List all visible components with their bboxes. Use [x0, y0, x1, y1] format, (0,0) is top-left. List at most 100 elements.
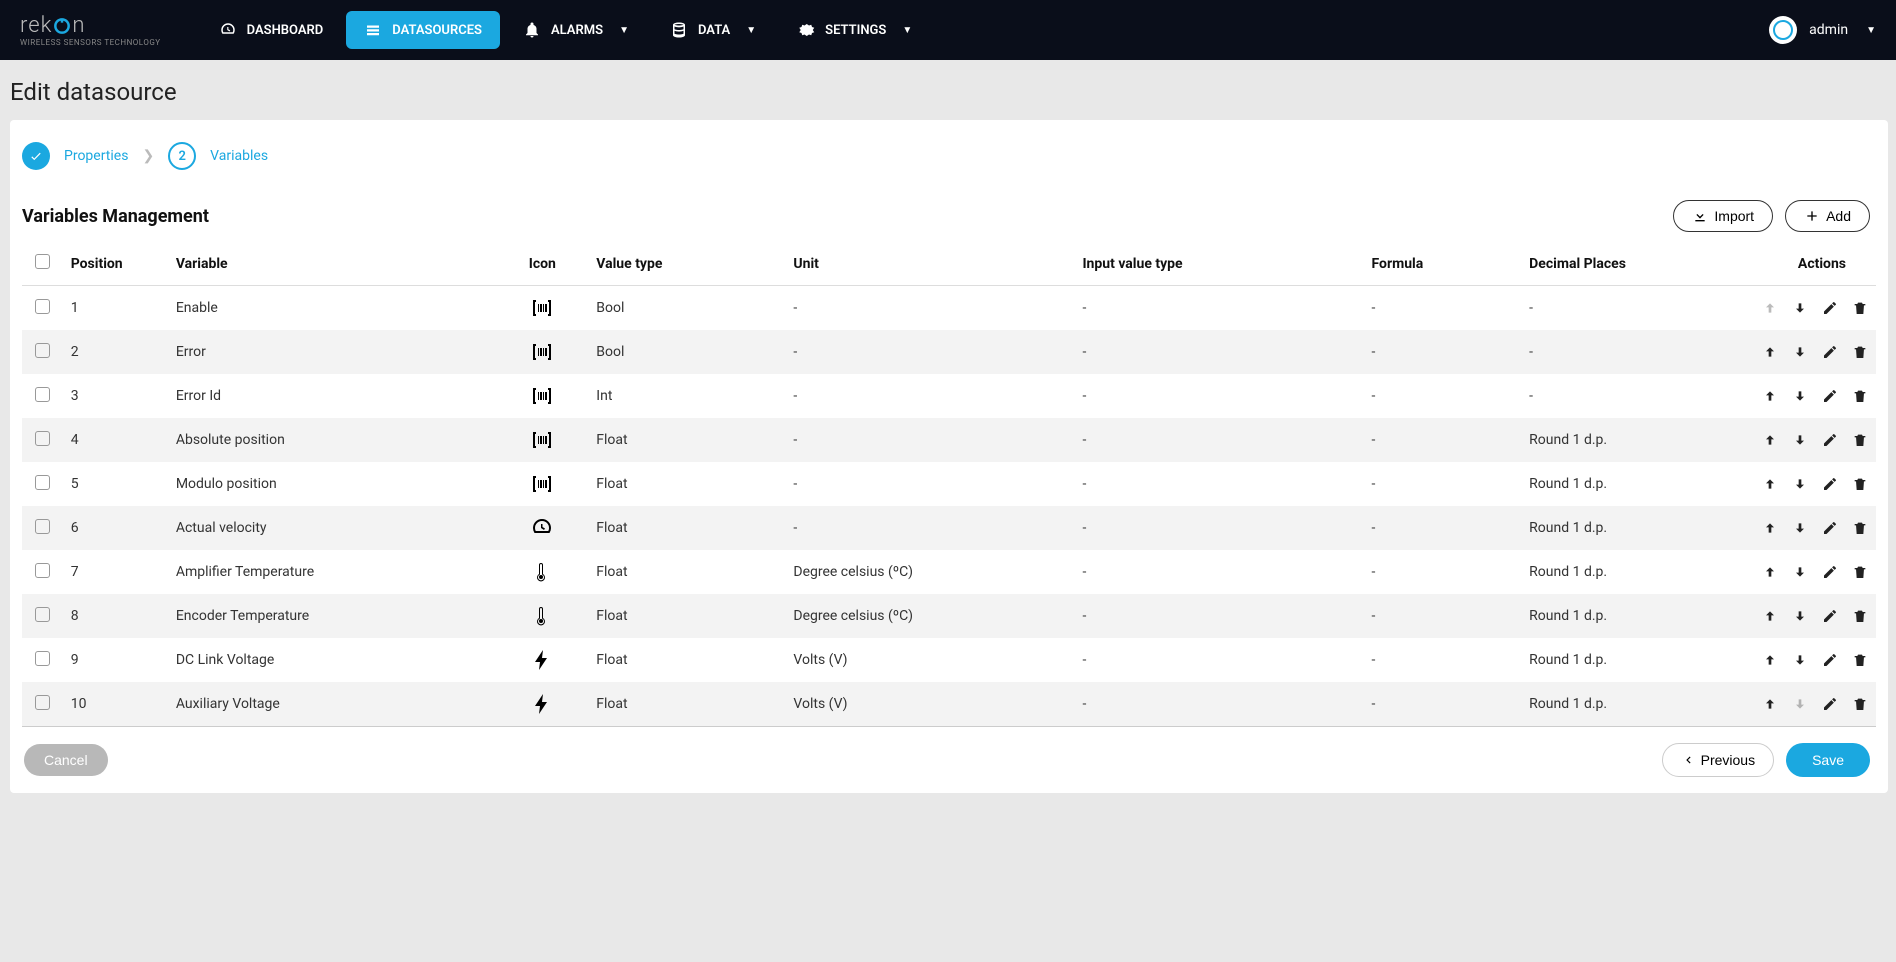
- nav-item-data[interactable]: DATA ▼: [652, 11, 774, 49]
- row-checkbox[interactable]: [35, 475, 50, 490]
- delete-button[interactable]: [1852, 564, 1868, 580]
- nav-item-settings[interactable]: SETTINGS ▼: [779, 11, 930, 49]
- previous-button[interactable]: Previous: [1662, 743, 1774, 777]
- move-down-button[interactable]: [1792, 608, 1808, 624]
- delete-button[interactable]: [1852, 300, 1868, 316]
- edit-button[interactable]: [1822, 652, 1838, 668]
- select-all-checkbox[interactable]: [35, 254, 50, 269]
- cell-position: 6: [63, 506, 168, 550]
- cell-value-type: Int: [588, 374, 785, 418]
- cell-input-value-type: -: [1074, 506, 1363, 550]
- edit-button[interactable]: [1822, 300, 1838, 316]
- row-checkbox[interactable]: [35, 651, 50, 666]
- cell-input-value-type: -: [1074, 594, 1363, 638]
- move-down-button[interactable]: [1792, 520, 1808, 536]
- cell-variable: Auxiliary Voltage: [168, 682, 496, 727]
- step-2-circle[interactable]: 2: [168, 142, 196, 170]
- chevron-down-icon: ▼: [746, 25, 756, 36]
- move-up-button[interactable]: [1762, 432, 1778, 448]
- move-down-button: [1792, 696, 1808, 712]
- move-up-button[interactable]: [1762, 520, 1778, 536]
- move-up-button[interactable]: [1762, 652, 1778, 668]
- edit-button[interactable]: [1822, 432, 1838, 448]
- row-checkbox[interactable]: [35, 343, 50, 358]
- move-up-button[interactable]: [1762, 564, 1778, 580]
- add-button[interactable]: Add: [1785, 200, 1870, 232]
- move-up-button[interactable]: [1762, 476, 1778, 492]
- user-menu[interactable]: admin ▼: [1769, 16, 1876, 44]
- nav-item-datasources[interactable]: DATASOURCES: [346, 11, 500, 49]
- move-down-button[interactable]: [1792, 388, 1808, 404]
- delete-button[interactable]: [1852, 652, 1868, 668]
- move-up-button[interactable]: [1762, 344, 1778, 360]
- delete-button[interactable]: [1852, 344, 1868, 360]
- edit-button[interactable]: [1822, 696, 1838, 712]
- row-checkbox[interactable]: [35, 519, 50, 534]
- trash-icon: [1852, 652, 1868, 668]
- cell-position: 1: [63, 286, 168, 331]
- edit-button[interactable]: [1822, 564, 1838, 580]
- move-down-button[interactable]: [1792, 432, 1808, 448]
- cell-value-type: Float: [588, 418, 785, 462]
- pencil-icon: [1822, 300, 1838, 316]
- cell-variable: Error Id: [168, 374, 496, 418]
- cell-decimal-places: Round 1 d.p.: [1521, 506, 1692, 550]
- move-down-button[interactable]: [1792, 476, 1808, 492]
- move-up-button[interactable]: [1762, 388, 1778, 404]
- row-checkbox[interactable]: [35, 563, 50, 578]
- row-checkbox[interactable]: [35, 607, 50, 622]
- header-input-value-type: Input value type: [1074, 242, 1363, 286]
- cancel-button[interactable]: Cancel: [24, 744, 108, 776]
- move-down-button[interactable]: [1792, 652, 1808, 668]
- edit-button[interactable]: [1822, 476, 1838, 492]
- table-row: 4 Absolute position Float - - - Round 1 …: [22, 418, 1876, 462]
- thermo-icon: [504, 560, 580, 584]
- row-checkbox[interactable]: [35, 299, 50, 314]
- pencil-icon: [1822, 476, 1838, 492]
- table-row: 3 Error Id Int - - - -: [22, 374, 1876, 418]
- cell-unit: Volts (V): [785, 638, 1074, 682]
- move-down-button[interactable]: [1792, 344, 1808, 360]
- arrow-up-icon: [1762, 300, 1778, 316]
- save-button[interactable]: Save: [1786, 743, 1870, 777]
- step-1-label[interactable]: Properties: [64, 148, 128, 164]
- delete-button[interactable]: [1852, 520, 1868, 536]
- pencil-icon: [1822, 564, 1838, 580]
- row-checkbox[interactable]: [35, 431, 50, 446]
- edit-button[interactable]: [1822, 344, 1838, 360]
- move-up-button[interactable]: [1762, 608, 1778, 624]
- cell-input-value-type: -: [1074, 462, 1363, 506]
- step-2-label[interactable]: Variables: [210, 148, 268, 164]
- nav-item-dashboard[interactable]: DASHBOARD: [201, 11, 342, 49]
- header-icon: Icon: [496, 242, 588, 286]
- cell-variable: DC Link Voltage: [168, 638, 496, 682]
- cell-formula: -: [1364, 374, 1522, 418]
- move-up-button[interactable]: [1762, 696, 1778, 712]
- delete-button[interactable]: [1852, 432, 1868, 448]
- arrow-down-icon: [1792, 476, 1808, 492]
- edit-button[interactable]: [1822, 388, 1838, 404]
- avatar: [1769, 16, 1797, 44]
- cell-position: 2: [63, 330, 168, 374]
- arrow-up-icon: [1762, 432, 1778, 448]
- delete-button[interactable]: [1852, 388, 1868, 404]
- edit-button[interactable]: [1822, 608, 1838, 624]
- bell-icon: [523, 21, 541, 39]
- delete-button[interactable]: [1852, 696, 1868, 712]
- step-1-circle[interactable]: [22, 142, 50, 170]
- delete-button[interactable]: [1852, 476, 1868, 492]
- cell-value-type: Bool: [588, 286, 785, 331]
- row-checkbox[interactable]: [35, 695, 50, 710]
- cell-decimal-places: Round 1 d.p.: [1521, 682, 1692, 727]
- nav-item-alarms[interactable]: ALARMS ▼: [505, 11, 647, 49]
- move-down-button[interactable]: [1792, 564, 1808, 580]
- cell-formula: -: [1364, 550, 1522, 594]
- cell-decimal-places: -: [1521, 374, 1692, 418]
- gauge-icon: [504, 516, 580, 540]
- delete-button[interactable]: [1852, 608, 1868, 624]
- move-down-button[interactable]: [1792, 300, 1808, 316]
- import-button[interactable]: Import: [1673, 200, 1773, 232]
- row-checkbox[interactable]: [35, 387, 50, 402]
- edit-button[interactable]: [1822, 520, 1838, 536]
- table-row: 2 Error Bool - - - -: [22, 330, 1876, 374]
